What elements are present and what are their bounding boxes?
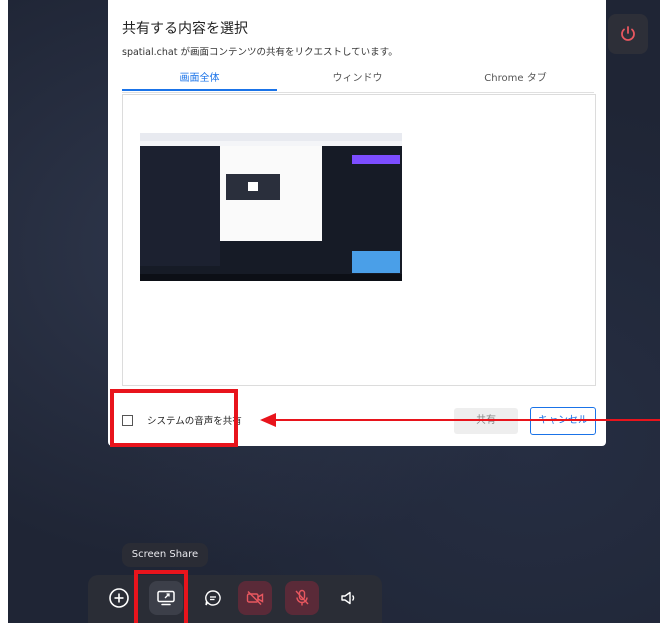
tab-bar: 画面全体 ウィンドウ Chrome タブ xyxy=(122,70,594,93)
add-button[interactable] xyxy=(102,581,136,615)
share-dialog: 共有する内容を選択 spatial.chat が画面コンテンツの共有をリクエスト… xyxy=(108,0,606,446)
annotation-arrow-head xyxy=(260,413,276,427)
thumb-chat-bubble xyxy=(352,251,400,273)
power-icon xyxy=(621,26,635,41)
camera-button[interactable] xyxy=(238,581,272,615)
leave-button[interactable] xyxy=(608,14,648,54)
screen-share-tooltip: Screen Share xyxy=(122,543,208,567)
bottom-toolbar xyxy=(88,575,382,623)
highlight-checkbox-box xyxy=(110,389,238,447)
cancel-button[interactable]: キャンセル xyxy=(530,407,596,435)
speaker-icon xyxy=(341,591,355,605)
chat-icon xyxy=(205,590,221,606)
tab-entire-screen[interactable]: 画面全体 xyxy=(122,70,277,91)
tab-window[interactable]: ウィンドウ xyxy=(280,70,435,91)
thumb-white-box xyxy=(248,182,258,191)
tab-chrome-tab[interactable]: Chrome タブ xyxy=(438,70,593,91)
speaker-button[interactable] xyxy=(332,581,366,615)
dialog-subtitle: spatial.chat が画面コンテンツの共有をリクエストしています。 xyxy=(122,47,398,58)
thumb-preview xyxy=(226,174,280,200)
add-icon xyxy=(109,588,129,608)
highlight-screen-share xyxy=(134,570,188,623)
thumb-purple-label xyxy=(352,155,400,164)
chat-button[interactable] xyxy=(196,581,230,615)
mic-button[interactable] xyxy=(285,581,319,615)
annotation-arrow-line xyxy=(262,419,660,421)
thumb-sidebar xyxy=(140,146,220,266)
dialog-title: 共有する内容を選択 xyxy=(122,21,248,37)
mic-off-icon xyxy=(295,589,309,606)
camera-off-icon xyxy=(246,591,264,605)
preview-area xyxy=(122,94,596,386)
thumb-dialog xyxy=(220,146,322,241)
screen-thumbnail[interactable] xyxy=(140,133,402,281)
share-button[interactable]: 共有 xyxy=(454,408,518,434)
thumb-taskbar xyxy=(140,274,402,281)
thumb-browser-bar xyxy=(140,133,402,141)
